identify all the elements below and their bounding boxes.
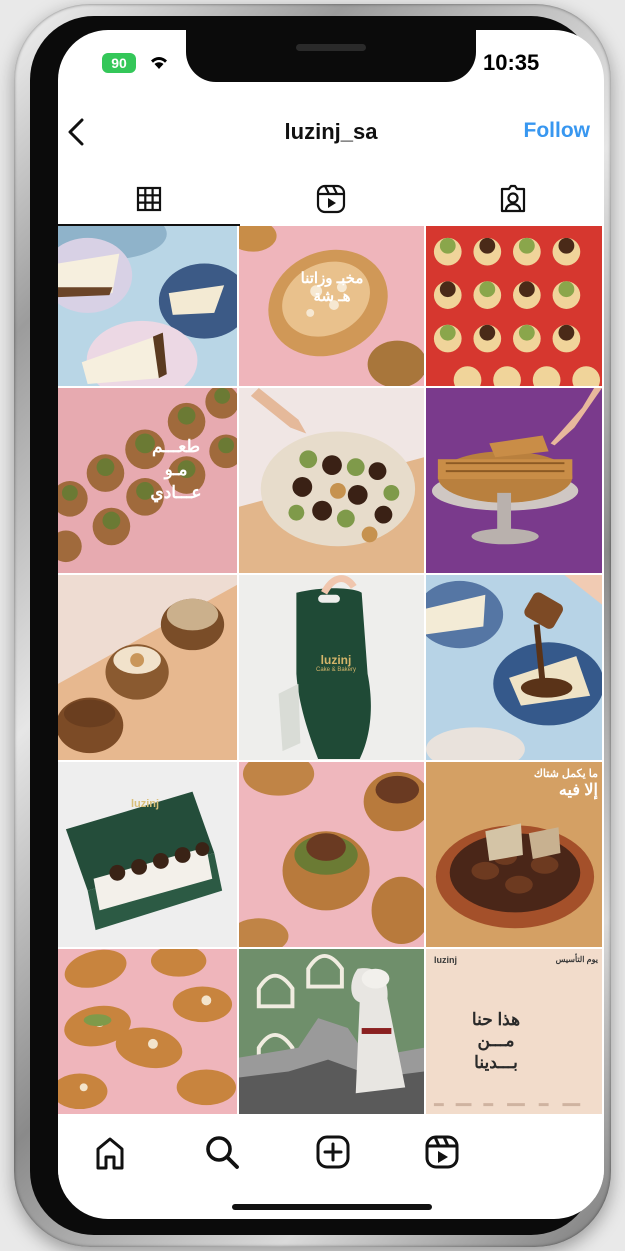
chocolate-bowl-image (426, 762, 602, 947)
bottom-nav (58, 1118, 604, 1198)
founding-day-bg (426, 949, 602, 1114)
post-tile[interactable] (58, 575, 239, 762)
post-tile[interactable]: luzinj (58, 762, 239, 949)
tagged-icon (500, 184, 526, 213)
post-tile[interactable] (239, 949, 426, 1116)
phone-screen: 90 10:35 luzinj_sa Follow مخبـ وزاتنا هـ… (58, 30, 604, 1219)
post-tile[interactable]: طعـــم مـو عـــادي (58, 388, 239, 575)
pistachio-cream-image (239, 762, 424, 947)
search-icon[interactable] (202, 1132, 242, 1172)
cinnamon-rolls-image (58, 575, 237, 760)
post-tile[interactable] (58, 949, 239, 1116)
home-indicator (232, 1204, 432, 1210)
post-tile[interactable] (426, 226, 604, 388)
mini-cakes-image (426, 226, 602, 386)
battery-indicator: 90 (102, 53, 136, 73)
follow-button[interactable]: Follow (524, 119, 591, 143)
croissant-image (239, 226, 424, 386)
post-tile[interactable]: luzinj Cake & Bakery (239, 575, 426, 762)
post-tile[interactable] (426, 575, 604, 762)
tab-tagged[interactable] (422, 174, 604, 224)
luzinj-box-image (58, 762, 237, 947)
post-tile[interactable] (239, 762, 426, 949)
heritage-collage-image (239, 949, 424, 1114)
reels-icon (316, 184, 346, 214)
profile-header: luzinj_sa Follow (58, 110, 604, 154)
pie-stand-image (426, 388, 602, 573)
plus-square-icon[interactable] (313, 1132, 353, 1172)
post-tile[interactable] (239, 388, 426, 575)
speaker-grille (296, 44, 366, 51)
status-time: 10:35 (483, 50, 540, 75)
battery-label: 90 (111, 55, 127, 71)
post-tile[interactable] (426, 388, 604, 575)
chocolate-bites-image (239, 388, 424, 573)
luzinj-bag-image (239, 575, 424, 760)
reels-icon[interactable] (422, 1132, 462, 1172)
post-tile[interactable]: مخبـ وزاتنا هـ شة (239, 226, 426, 388)
post-tile[interactable]: luzinj يوم التأسيس هذا حنا مـــن بـــدين… (426, 949, 604, 1116)
croissants-image (58, 949, 237, 1114)
cheesecake-pour-image (426, 575, 602, 760)
home-icon[interactable] (90, 1132, 130, 1172)
tab-grid[interactable] (58, 174, 240, 224)
profile-username: luzinj_sa (284, 119, 378, 144)
grid-icon (136, 186, 162, 212)
cheesecake-image (58, 226, 237, 386)
posts-grid: مخبـ وزاتنا هـ شة طعـــم مـو عـــادي luz… (58, 226, 604, 1116)
tab-reels[interactable] (240, 174, 422, 224)
wifi-icon (151, 57, 167, 69)
pistachio-cakes-image (58, 388, 237, 573)
post-tile[interactable]: ما يكمل شتاك إلا فيه (426, 762, 604, 949)
phone-notch (186, 30, 476, 82)
post-tile[interactable] (58, 226, 239, 388)
back-arrow-icon[interactable] (62, 116, 90, 148)
profile-tabs (58, 174, 604, 226)
